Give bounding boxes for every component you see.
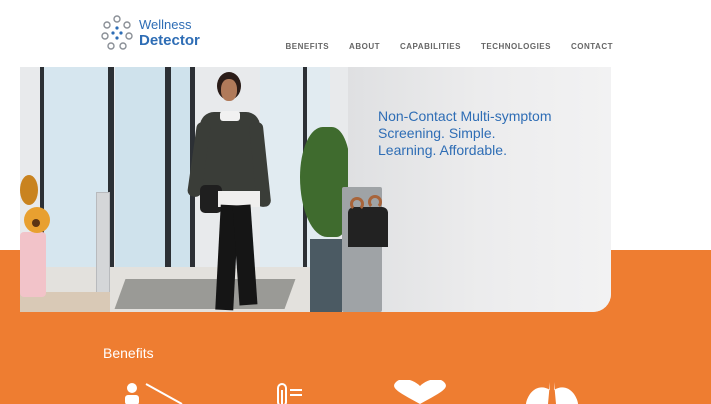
brand-name-line2: Detector <box>139 32 200 49</box>
person-face <box>221 79 237 101</box>
nav-benefits[interactable]: BENEFITS <box>285 42 329 51</box>
headline-line: Learning. Affordable. <box>378 142 507 158</box>
hero-wall <box>342 67 611 312</box>
umbrella-handle <box>350 197 364 211</box>
vase <box>20 232 46 297</box>
lungs-icon <box>526 382 578 404</box>
hero-headline: Non-Contact Multi-symptom Screening. Sim… <box>378 108 588 159</box>
headline-line: Non-Contact Multi-symptom <box>378 108 552 124</box>
nav-technologies[interactable]: TECHNOLOGIES <box>481 42 551 51</box>
hero-photo <box>20 67 350 312</box>
thermometer-icon <box>277 383 302 404</box>
door-glass <box>115 67 190 272</box>
heart-icon <box>394 380 446 404</box>
sunflower <box>20 175 38 205</box>
sunflower-center <box>32 219 40 227</box>
brand-logo[interactable]: Wellness Detector <box>101 15 200 51</box>
headline-line: Screening. Simple. <box>378 125 496 141</box>
frame <box>165 67 171 277</box>
floor-mat <box>114 279 296 309</box>
brand-name-line1: Wellness <box>139 17 192 32</box>
nav-capabilities[interactable]: CAPABILITIES <box>400 42 461 51</box>
nav-contact[interactable]: CONTACT <box>571 42 613 51</box>
person-distance-icon <box>125 383 183 404</box>
plant-pot <box>310 239 342 312</box>
umbrella-handle <box>368 195 382 209</box>
umbrellas <box>348 207 388 247</box>
main-nav: BENEFITS ABOUT CAPABILITIES TECHNOLOGIES… <box>285 42 613 51</box>
benefits-heading: Benefits <box>103 345 154 361</box>
dots-ring-logo-icon <box>101 15 133 50</box>
person-collar <box>220 111 240 121</box>
scanner-stand <box>96 192 110 302</box>
hero-banner <box>20 67 611 312</box>
nav-about[interactable]: ABOUT <box>349 42 380 51</box>
